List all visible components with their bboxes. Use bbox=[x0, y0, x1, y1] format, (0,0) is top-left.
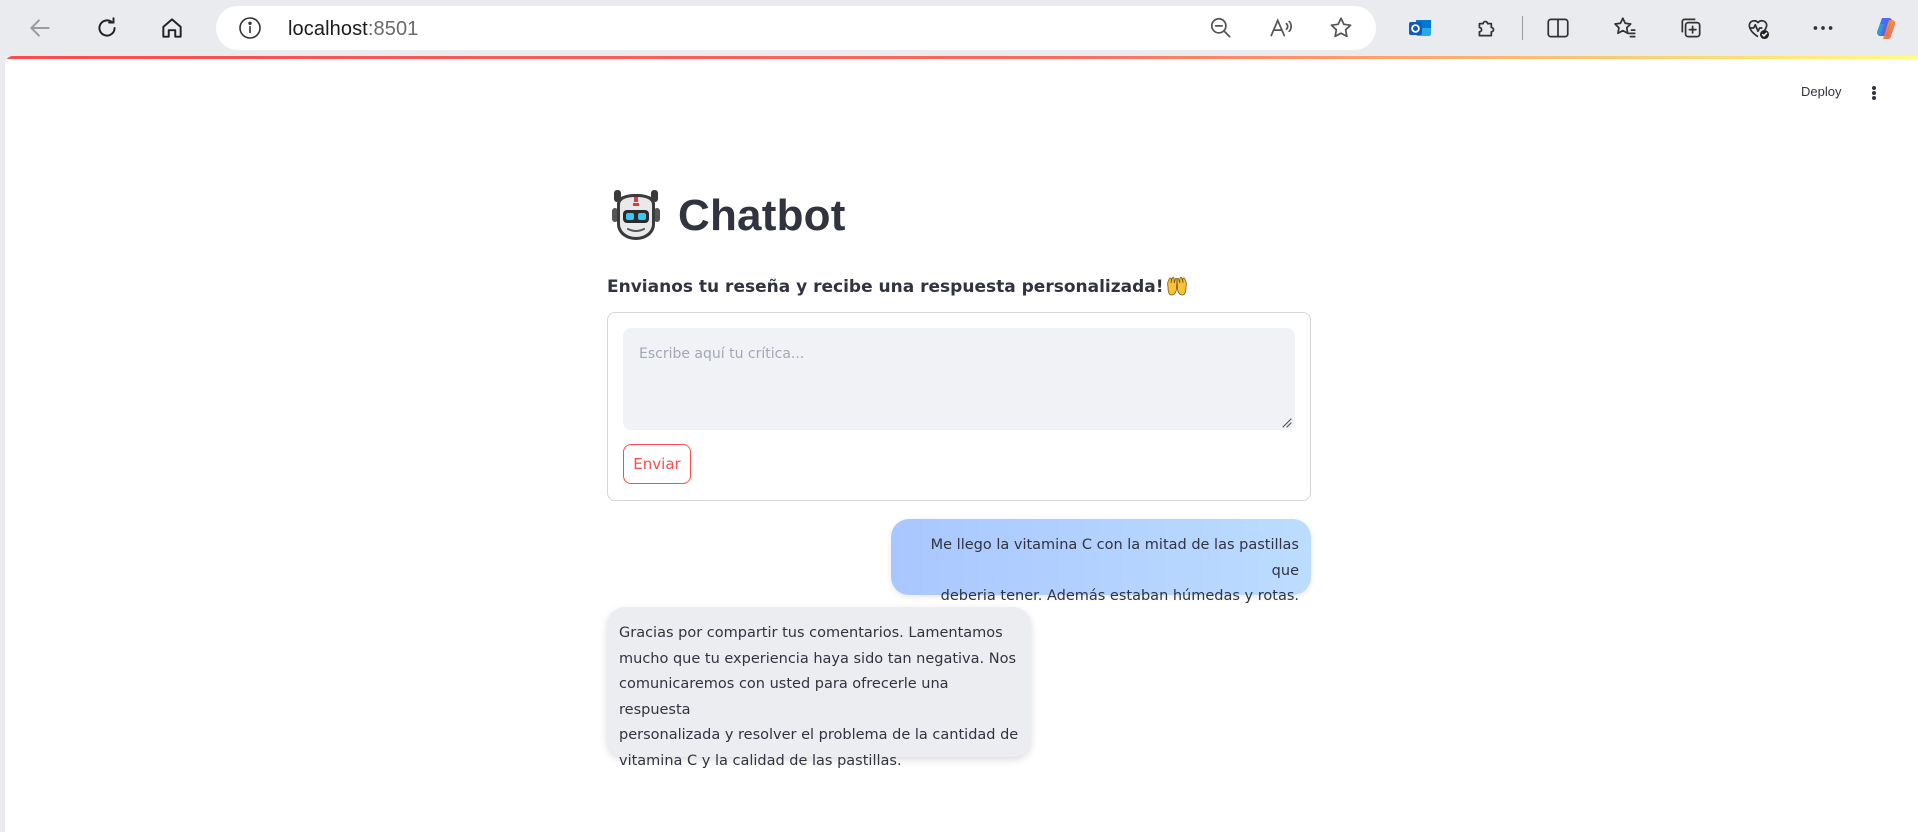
outlook-button[interactable] bbox=[1402, 10, 1438, 46]
title-text: Chatbot bbox=[678, 191, 846, 240]
browser-essentials-button[interactable] bbox=[1740, 10, 1776, 46]
page-title: Chatbot bbox=[608, 184, 846, 248]
read-aloud-icon[interactable] bbox=[1268, 15, 1294, 41]
resize-handle-icon[interactable] bbox=[1282, 418, 1292, 428]
zoom-out-icon[interactable] bbox=[1208, 15, 1234, 41]
send-button[interactable]: Enviar bbox=[623, 444, 691, 484]
user-message: Me llego la vitamina C con la mitad de l… bbox=[891, 519, 1311, 604]
outlook-icon bbox=[1409, 20, 1431, 36]
split-screen-icon bbox=[1547, 18, 1569, 38]
message-line: vitamina C y la calidad de las pastillas… bbox=[619, 752, 902, 769]
reload-button[interactable] bbox=[89, 10, 125, 46]
more-button[interactable] bbox=[1805, 10, 1841, 46]
info-icon[interactable] bbox=[238, 16, 262, 40]
toolbar-divider bbox=[1522, 16, 1523, 40]
back-button[interactable] bbox=[22, 10, 58, 46]
kebab-dot bbox=[1872, 91, 1876, 95]
robot-icon bbox=[612, 190, 660, 240]
address-bar[interactable]: localhost:8501 bbox=[216, 6, 1376, 50]
home-button[interactable] bbox=[154, 10, 190, 46]
copilot-button[interactable] bbox=[1868, 10, 1904, 46]
home-icon bbox=[162, 18, 182, 38]
browser-essentials-icon bbox=[1748, 19, 1770, 40]
review-input[interactable] bbox=[623, 328, 1295, 430]
url-host: localhost bbox=[288, 18, 368, 40]
copilot-icon bbox=[1877, 18, 1896, 39]
subtitle-text: Envianos tu reseña y recibe una respuest… bbox=[607, 277, 1164, 297]
app-decoration-bar bbox=[5, 56, 1918, 59]
kebab-dot bbox=[1872, 96, 1876, 100]
bot-message: Gracias por compartir tus comentarios. L… bbox=[607, 607, 1031, 769]
raising-hands-icon bbox=[1167, 276, 1188, 296]
extensions-button[interactable] bbox=[1469, 10, 1505, 46]
collections-icon bbox=[1681, 18, 1701, 38]
url-port: :8501 bbox=[367, 18, 419, 40]
collections-button[interactable] bbox=[1673, 10, 1709, 46]
message-line: mucho que tu experiencia haya sido tan n… bbox=[619, 650, 1016, 667]
deploy-button[interactable]: Deploy bbox=[1801, 84, 1841, 99]
url-text[interactable]: localhost:8501 bbox=[288, 18, 418, 41]
kebab-dot bbox=[1872, 86, 1876, 90]
message-line: deberia tener. Además estaban húmedas y … bbox=[940, 588, 1299, 604]
message-line: Gracias por compartir tus comentarios. L… bbox=[619, 625, 1003, 641]
message-line: personalizada y resolver el problema de … bbox=[619, 727, 1019, 743]
message-line: Me llego la vitamina C con la mitad de l… bbox=[930, 537, 1299, 579]
more-icon bbox=[1813, 26, 1833, 30]
extensions-icon bbox=[1478, 20, 1495, 37]
main-menu-button[interactable] bbox=[1867, 84, 1881, 102]
favorites-icon bbox=[1614, 17, 1636, 38]
favorite-star-icon[interactable] bbox=[1328, 15, 1354, 41]
review-form: Enviar bbox=[607, 312, 1311, 501]
back-arrow-icon bbox=[29, 19, 50, 37]
browser-toolbar: localhost:8501 bbox=[0, 0, 1918, 56]
favorites-button[interactable] bbox=[1607, 10, 1643, 46]
subtitle: Envianos tu reseña y recibe una respuest… bbox=[607, 275, 1189, 299]
message-line: comunicaremos con usted para ofrecerle u… bbox=[619, 676, 949, 718]
split-screen-button[interactable] bbox=[1540, 10, 1576, 46]
page-content: Deploy Chatbot Envianos tu reseña y reci… bbox=[5, 56, 1918, 832]
reload-icon bbox=[98, 17, 116, 37]
